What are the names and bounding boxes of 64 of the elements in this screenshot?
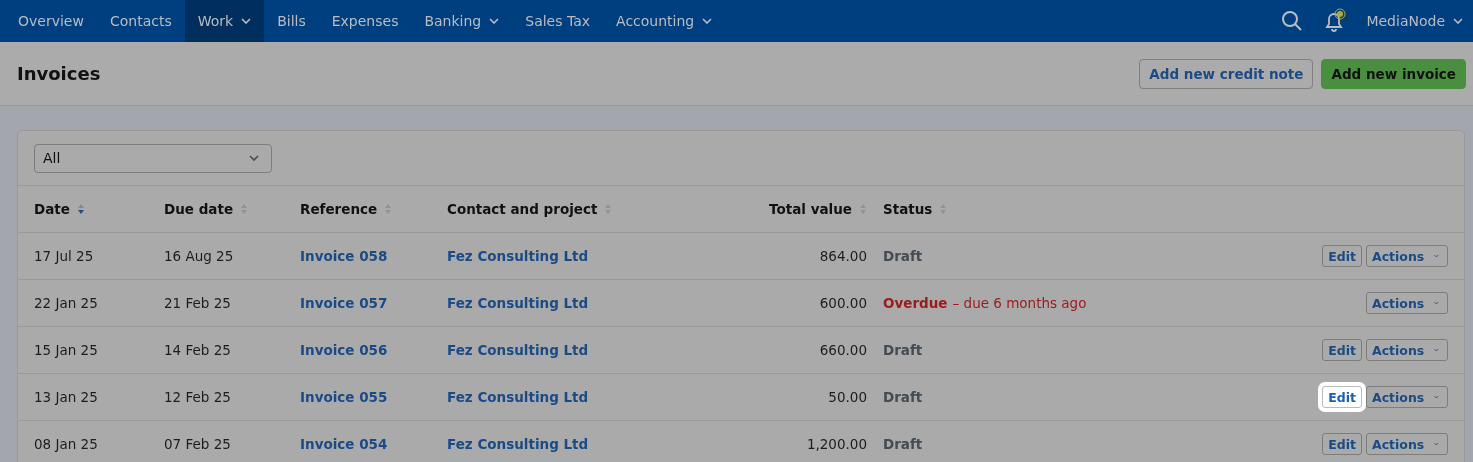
contact-link[interactable]: Fez Consulting Ltd (447, 248, 589, 264)
contact-link[interactable]: Fez Consulting Ltd (447, 342, 589, 358)
chevron-down-icon (1434, 394, 1439, 400)
date-cell: 22 Jan 25 (34, 295, 98, 311)
total-cell: 50.00 (828, 389, 867, 405)
invoice-link[interactable]: Invoice 056 (300, 342, 388, 358)
actions-button[interactable]: Actions (1366, 433, 1448, 455)
total-cell: 1,200.00 (806, 436, 867, 452)
chevron-down-icon (1434, 253, 1439, 259)
due-date-cell: 14 Feb 25 (164, 342, 231, 358)
chevron-down-icon (1453, 18, 1463, 24)
contact-link[interactable]: Fez Consulting Ltd (447, 389, 589, 405)
nav-tab[interactable]: Overview (5, 0, 97, 42)
nav-tab[interactable]: Work (184, 0, 265, 42)
column-header[interactable]: Reference (300, 201, 393, 217)
total-cell: 864.00 (819, 248, 867, 264)
contact-link[interactable]: Fez Consulting Ltd (447, 436, 589, 452)
edit-button[interactable]: Edit (1322, 339, 1362, 361)
nav-tab[interactable]: Bills (264, 0, 319, 42)
actions-button[interactable]: Actions (1366, 292, 1448, 314)
add-credit-note-button[interactable]: Add new credit note (1139, 58, 1314, 89)
column-header[interactable]: Due date (164, 201, 249, 217)
edit-button[interactable]: Edit (1322, 245, 1362, 267)
column-header[interactable]: Status (883, 201, 948, 217)
status-text: Overdue – due 6 months ago (883, 295, 1087, 311)
column-header[interactable]: Date (34, 201, 85, 217)
account-menu[interactable]: MediaNode (1366, 13, 1463, 29)
due-date-cell: 16 Aug 25 (164, 248, 234, 264)
chevron-down-icon (1434, 441, 1439, 447)
chevron-down-icon (249, 155, 259, 161)
chevron-down-icon (1434, 347, 1439, 353)
date-cell: 08 Jan 25 (34, 436, 98, 452)
invoice-link[interactable]: Invoice 055 (300, 389, 388, 405)
column-header[interactable]: Contact and project (447, 201, 613, 217)
total-cell: 600.00 (819, 295, 867, 311)
actions-button[interactable]: Actions (1366, 245, 1448, 267)
contact-link[interactable]: Fez Consulting Ltd (447, 295, 589, 311)
nav-tab[interactable]: Banking (411, 0, 513, 42)
status-text: Draft (883, 248, 923, 264)
column-header[interactable]: Total value (769, 201, 867, 217)
edit-button[interactable]: Edit (1322, 433, 1362, 455)
date-cell: 17 Jul 25 (34, 248, 94, 264)
chevron-down-icon (1434, 300, 1439, 306)
actions-button[interactable]: Actions (1366, 339, 1448, 361)
nav-tab[interactable]: Expenses (318, 0, 412, 42)
nav-tab[interactable]: Sales Tax (512, 0, 604, 42)
page-title: Invoices (17, 63, 101, 84)
due-date-cell: 12 Feb 25 (164, 389, 231, 405)
status-text: Draft (883, 389, 923, 405)
add-invoice-button[interactable]: Add new invoice (1321, 58, 1466, 89)
status-text: Draft (883, 342, 923, 358)
invoice-link[interactable]: Invoice 054 (300, 436, 388, 452)
filter-dropdown[interactable]: All (34, 143, 272, 173)
due-date-cell: 07 Feb 25 (164, 436, 231, 452)
invoice-link[interactable]: Invoice 057 (300, 295, 388, 311)
nav-tab[interactable]: Contacts (96, 0, 185, 42)
invoice-link[interactable]: Invoice 058 (300, 248, 388, 264)
actions-button[interactable]: Actions (1366, 386, 1448, 408)
status-text: Draft (883, 436, 923, 452)
date-cell: 13 Jan 25 (34, 389, 98, 405)
total-cell: 660.00 (819, 342, 867, 358)
date-cell: 15 Jan 25 (34, 342, 98, 358)
due-date-cell: 21 Feb 25 (164, 295, 231, 311)
nav-tab[interactable]: Accounting (603, 0, 726, 42)
